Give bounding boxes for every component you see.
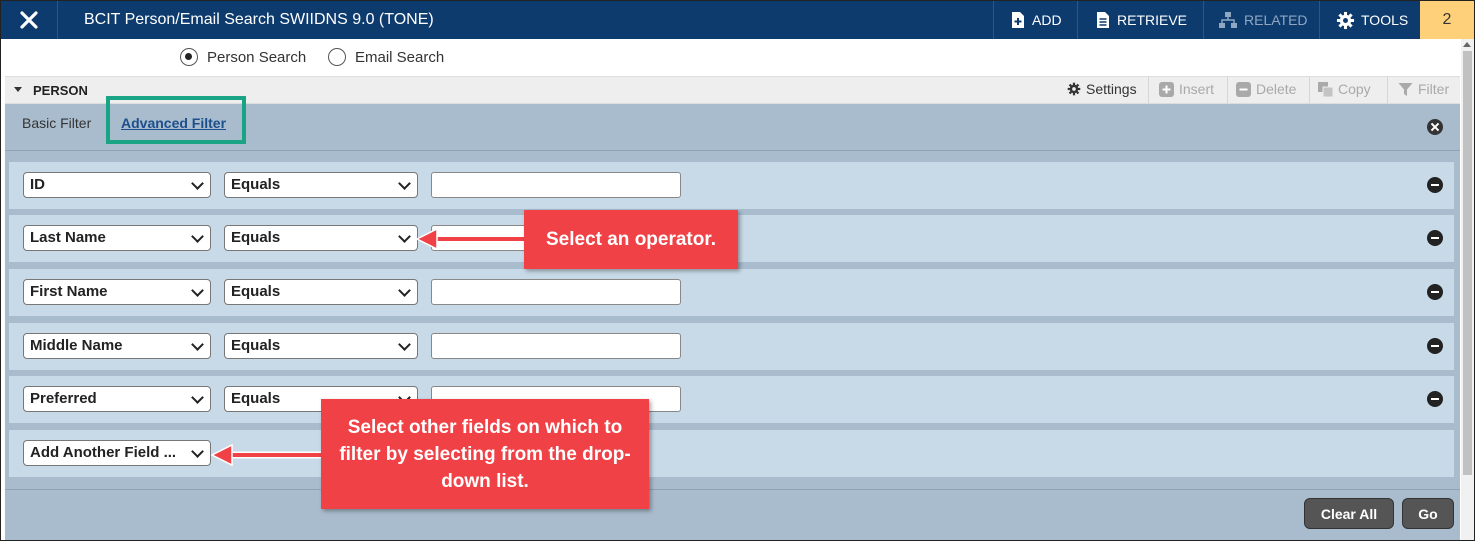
annotation-arrows bbox=[210, 227, 528, 467]
callout-operator: Select an operator. bbox=[524, 210, 738, 269]
arrow-to-add-field bbox=[210, 443, 325, 467]
callout-fields: Select other fields on which to filter b… bbox=[321, 399, 649, 509]
arrow-to-operator bbox=[415, 227, 528, 251]
app-window: BCIT Person/Email Search SWIIDNS 9.0 (TO… bbox=[0, 0, 1475, 541]
